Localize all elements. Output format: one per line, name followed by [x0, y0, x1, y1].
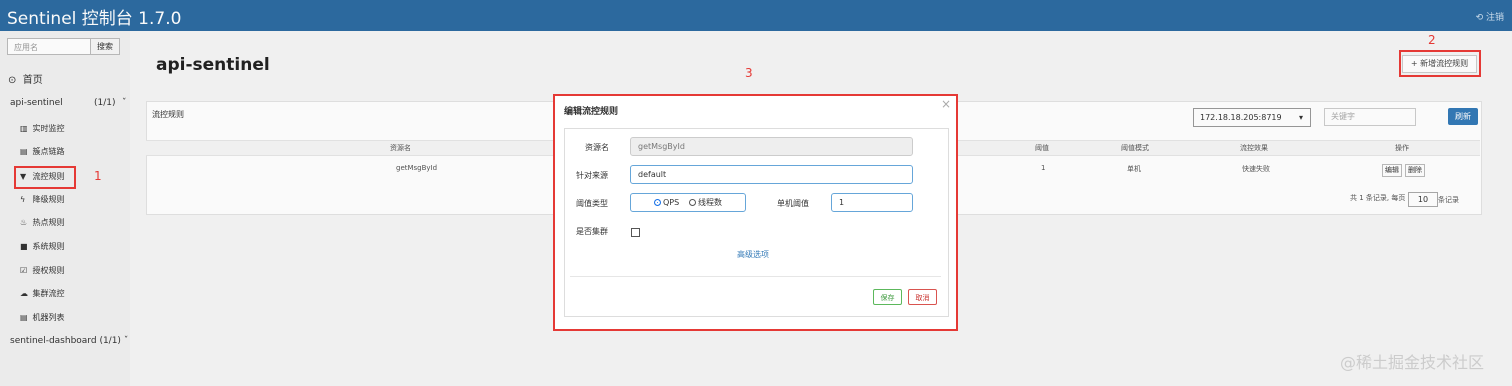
cluster-label: 是否集群 [576, 227, 608, 236]
save-button[interactable]: 保存 [873, 289, 902, 305]
annotation-box-1 [14, 166, 76, 189]
single-threshold-label: 单机阈值 [777, 199, 809, 208]
advanced-options-link[interactable]: 高级选项 [737, 249, 769, 260]
radio-qps[interactable]: QPS [654, 194, 679, 211]
annotation-number-1: 1 [94, 169, 102, 183]
resource-field[interactable]: getMsgById [630, 137, 913, 156]
modal-title: 编辑流控规则 [564, 107, 619, 117]
watermark: @稀土掘金技术社区 [1340, 353, 1485, 372]
cancel-button[interactable]: 取消 [908, 289, 937, 305]
radio-threads[interactable]: 线程数 [689, 194, 722, 211]
threshold-type-radio-group: QPS 线程数 [630, 193, 746, 212]
radio-unchecked-icon [689, 199, 696, 206]
radio-checked-icon [654, 199, 661, 206]
source-label: 针对来源 [576, 171, 608, 180]
radio-label: 线程数 [698, 198, 722, 207]
modal-divider [570, 276, 941, 277]
source-field[interactable]: default [630, 165, 913, 184]
threshold-type-label: 阈值类型 [576, 199, 608, 208]
close-icon[interactable]: × [941, 97, 951, 111]
cluster-checkbox[interactable] [631, 228, 640, 237]
annotation-number-2: 2 [1428, 33, 1436, 47]
annotation-box-2 [1399, 50, 1481, 77]
resource-label: 资源名 [585, 143, 609, 152]
radio-label: QPS [663, 198, 680, 207]
annotation-number-3: 3 [745, 66, 753, 80]
single-threshold-field[interactable]: 1 [831, 193, 913, 212]
